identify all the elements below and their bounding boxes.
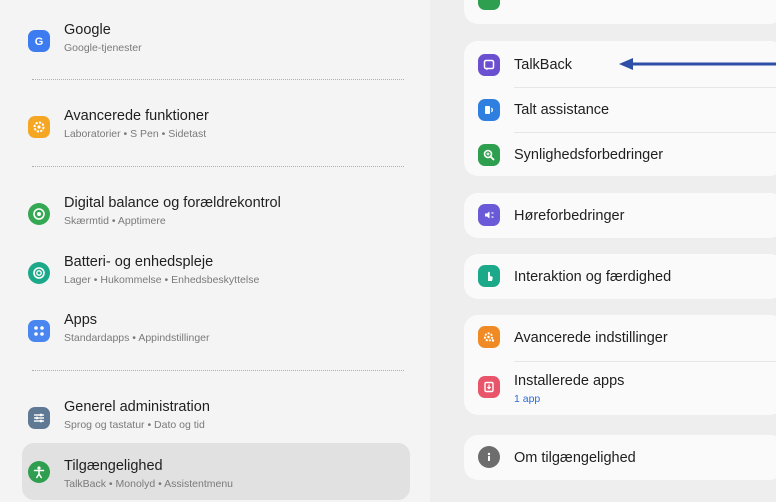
accessibility-item-label: Synlighedsforbedringer (514, 147, 664, 163)
separator (514, 361, 776, 362)
settings-item-title: Batteri- og enhedspleje (64, 254, 214, 270)
accessibility-item-label: Interaktion og færdighed (514, 269, 672, 285)
settings-card-about: Om tilgængelighed (464, 435, 776, 480)
settings-item-subtitle: Lager • Hukommelse • Enhedsbeskyttelse (64, 274, 260, 286)
accessibility-item-interaction-dexterity[interactable]: Interaktion og færdighed (464, 254, 776, 298)
settings-item-subtitle: Google-tjenester (64, 42, 142, 54)
accessibility-item-visibility[interactable]: Synlighedsforbedringer (464, 133, 776, 177)
settings-card-partial (464, 0, 776, 24)
settings-item-title: Tilgængelighed (64, 458, 163, 474)
settings-sidebar: G Google Google-tjenester Avancerede fun… (0, 0, 430, 502)
accessibility-icon (28, 460, 50, 483)
touch-hand-icon (478, 265, 500, 287)
settings-item-general-management[interactable]: Generel administration Sprog og tastatur… (22, 389, 410, 447)
talkback-icon (478, 54, 500, 76)
settings-item-title: Generel administration (64, 399, 210, 415)
hearing-icon (478, 204, 500, 226)
divider (32, 166, 404, 167)
settings-item-subtitle: Laboratorier • S Pen • Sidetast (64, 128, 207, 140)
settings-item-title: Digital balance og forældrekontrol (64, 195, 281, 211)
settings-card-advanced: Avancerede indstillinger Installerede ap… (464, 315, 776, 415)
accessibility-item-label: Installerede apps (514, 373, 625, 389)
accessibility-item-advanced-settings[interactable]: Avancerede indstillinger (464, 315, 776, 359)
settings-item-title: Avancerede funktioner (64, 108, 209, 124)
divider (32, 370, 404, 371)
settings-card-hearing: Høreforbedringer (464, 193, 776, 238)
magnifier-icon (478, 144, 500, 166)
sliders-icon (28, 407, 50, 429)
google-icon: G (28, 30, 50, 52)
divider (32, 79, 404, 80)
accessibility-item-hearing[interactable]: Høreforbedringer (464, 193, 776, 237)
svg-text:G: G (35, 36, 44, 48)
apps-grid-icon (28, 320, 50, 342)
settings-item-subtitle: Standardapps • Appindstillinger (64, 332, 210, 344)
settings-item-google[interactable]: G Google Google-tjenester (22, 12, 410, 70)
advanced-gear-icon (478, 326, 500, 348)
settings-item-advanced-features[interactable]: Avancerede funktioner Laboratorier • S P… (22, 98, 410, 156)
gear-plus-icon (28, 116, 50, 138)
settings-card-interaction: Interaktion og færdighed (464, 254, 776, 299)
accessibility-item-count: 1 app (514, 393, 541, 405)
accessibility-item-about[interactable]: Om tilgængelighed (464, 435, 776, 479)
accessibility-item-label: Høreforbedringer (514, 208, 625, 224)
accessibility-item-installed-apps[interactable]: Installerede apps 1 app (464, 365, 776, 413)
settings-item-apps[interactable]: Apps Standardapps • Appindstillinger (22, 302, 410, 360)
settings-item-subtitle: TalkBack • Monolyd • Assistentmenu (64, 478, 234, 490)
settings-item-accessibility[interactable]: Tilgængelighed TalkBack • Monolyd • Assi… (22, 443, 410, 500)
spoken-assist-icon (478, 99, 500, 121)
installed-apps-icon (478, 376, 500, 398)
accessibility-item-spoken-assistance[interactable]: Talt assistance (464, 88, 776, 132)
annotation-arrow (619, 58, 776, 70)
partial-icon (478, 0, 500, 10)
settings-item-digital-wellbeing[interactable]: Digital balance og forældrekontrol Skærm… (22, 185, 410, 243)
info-icon (478, 446, 500, 468)
accessibility-item-label: TalkBack (514, 57, 573, 73)
settings-item-subtitle: Sprog og tastatur • Dato og tid (64, 419, 205, 431)
accessibility-item-label: Om tilgængelighed (514, 450, 636, 466)
settings-item-subtitle: Skærmtid • Apptimere (64, 215, 166, 227)
settings-item-title: Google (64, 22, 111, 38)
wellbeing-icon (28, 203, 50, 225)
device-care-icon (28, 262, 50, 284)
accessibility-item-label: Avancerede indstillinger (514, 330, 668, 346)
settings-item-title: Apps (64, 312, 98, 328)
accessibility-item-label: Talt assistance (514, 102, 610, 118)
settings-item-battery-device-care[interactable]: Batteri- og enhedspleje Lager • Hukommel… (22, 244, 410, 302)
